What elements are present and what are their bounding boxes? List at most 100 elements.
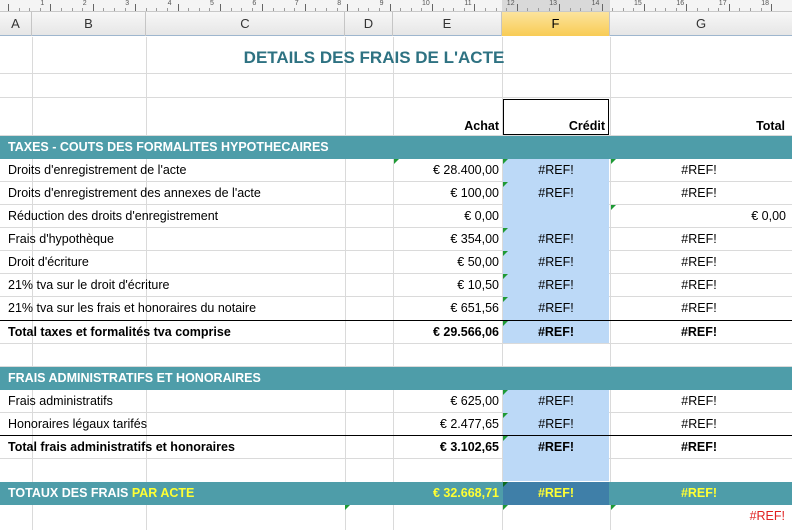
achat-value[interactable]: € 354,00 — [393, 228, 499, 251]
credit-value[interactable]: #REF! — [503, 390, 609, 413]
ruler-tick — [728, 4, 730, 11]
ruler-number: 16 — [676, 0, 685, 7]
ruler-number: 11 — [464, 0, 472, 7]
total-label: Total taxes et formalités tva comprise — [8, 325, 231, 339]
credit-value[interactable]: #REF! — [503, 297, 609, 320]
header-credit: Crédit — [568, 119, 605, 133]
column-header-f[interactable]: F — [502, 12, 610, 36]
ruler-number: 7 — [294, 0, 299, 7]
ruler-tick — [135, 4, 137, 11]
cell-marker-icon — [503, 505, 508, 510]
ruler-tick — [347, 4, 349, 11]
ruler-number: 15 — [634, 0, 642, 7]
credit-value[interactable]: #REF! — [503, 182, 609, 205]
column-header-e[interactable]: E — [393, 12, 502, 36]
total-value[interactable]: #REF! — [610, 413, 788, 436]
column-header-a[interactable]: A — [0, 12, 32, 36]
achat-value[interactable]: € 625,00 — [393, 390, 499, 413]
row-label: Frais administratifs — [8, 394, 113, 408]
total-value[interactable]: #REF! — [610, 297, 788, 320]
total-value[interactable]: #REF! — [610, 274, 788, 297]
ruler-number: 10 — [422, 0, 430, 7]
total-value[interactable]: #REF! — [610, 182, 788, 205]
total-achat-value[interactable]: € 29.566,06 — [393, 321, 499, 344]
row-label: Frais d'hypothèque — [8, 232, 114, 246]
cell-marker-icon — [503, 436, 508, 441]
total-credit-value[interactable]: #REF! — [503, 321, 609, 344]
credit-value[interactable]: #REF! — [503, 159, 609, 182]
achat-value[interactable]: € 0,00 — [393, 205, 499, 228]
ruler-number: 12 — [506, 0, 515, 7]
ruler-tick — [92, 4, 94, 11]
cell-marker-icon — [503, 274, 508, 279]
ruler-tick — [644, 4, 645, 11]
achat-value[interactable]: € 50,00 — [393, 251, 499, 274]
grand-total-label: TOTAUX DES FRAIS PAR ACTE — [8, 482, 194, 505]
ruler-tick — [432, 4, 433, 11]
ruler-number: 18 — [761, 0, 769, 7]
achat-value[interactable]: € 651,56 — [393, 297, 499, 320]
ruler-tick — [771, 4, 773, 11]
row-label: 21% tva sur le droit d'écriture — [8, 278, 170, 292]
cell-marker-icon — [611, 505, 616, 510]
ruler-number: 4 — [167, 0, 172, 7]
ruler-number: 13 — [549, 0, 557, 7]
grand-total-total-value[interactable]: #REF! — [610, 482, 788, 505]
credit-value[interactable]: #REF! — [503, 274, 609, 297]
cell-marker-icon — [611, 205, 616, 210]
spreadsheet-grid[interactable]: DETAILS DES FRAIS DE L'ACTE Achat Crédit… — [0, 37, 792, 530]
ruler: 1 2 3 4 5 6 7 8 9 10 11 12 13 14 15 16 17 18 — [0, 0, 792, 12]
footer-ref-error[interactable]: #REF! — [610, 505, 785, 528]
cell-marker-icon — [503, 413, 508, 418]
column-header-g[interactable]: G — [610, 12, 792, 36]
ruler-number: 14 — [591, 0, 600, 7]
ruler-tick — [50, 4, 52, 11]
credit-value[interactable]: #REF! — [503, 413, 609, 436]
cell-marker-icon — [394, 159, 399, 164]
ruler-tick — [601, 4, 603, 11]
row-label: Droits d'enregistrement des annexes de l… — [8, 186, 261, 200]
grand-total-label-main: TOTAUX DES FRAIS — [8, 486, 132, 500]
grand-total-achat-value[interactable]: € 32.668,71 — [393, 482, 499, 505]
total-value[interactable]: #REF! — [610, 390, 788, 413]
total-value[interactable]: € 0,00 — [610, 205, 786, 228]
total-achat-value[interactable]: € 3.102,65 — [393, 436, 499, 459]
achat-value[interactable]: € 28.400,00 — [393, 159, 499, 182]
ruler-tick — [474, 4, 476, 11]
ruler-tick — [8, 4, 9, 11]
row-label: 21% tva sur les frais et honoraires du n… — [8, 301, 257, 315]
grand-total-credit-value[interactable]: #REF! — [503, 482, 609, 505]
total-total-value[interactable]: #REF! — [610, 436, 788, 459]
credit-value[interactable]: #REF! — [503, 251, 609, 274]
ruler-number: 8 — [337, 0, 342, 7]
total-label: Total frais administratifs et honoraires — [8, 440, 235, 454]
cell-marker-icon — [503, 251, 508, 256]
total-value[interactable]: #REF! — [610, 251, 788, 274]
column-headers: A B C D E F G — [0, 12, 792, 36]
achat-value[interactable]: € 10,50 — [393, 274, 499, 297]
credit-value[interactable] — [503, 205, 609, 228]
ruler-tick — [220, 4, 221, 11]
cell-marker-icon — [503, 297, 508, 302]
total-credit-value[interactable]: #REF! — [503, 436, 609, 459]
ruler-tick — [389, 4, 391, 11]
ruler-tick — [177, 4, 179, 11]
ruler-tick — [686, 4, 688, 11]
column-header-c[interactable]: C — [146, 12, 345, 36]
cell-marker-icon — [503, 482, 508, 487]
column-header-d[interactable]: D — [345, 12, 393, 36]
cell-marker-icon — [503, 321, 508, 326]
ruler-number: 9 — [379, 0, 384, 7]
ruler-tick — [304, 4, 306, 11]
ruler-tick — [559, 4, 561, 11]
ruler-number: 17 — [718, 0, 727, 7]
cell-marker-icon — [503, 390, 508, 395]
total-value[interactable]: #REF! — [610, 228, 788, 251]
header-achat: Achat — [464, 119, 499, 133]
total-value[interactable]: #REF! — [610, 159, 788, 182]
column-header-b[interactable]: B — [32, 12, 146, 36]
achat-value[interactable]: € 100,00 — [393, 182, 499, 205]
total-total-value[interactable]: #REF! — [610, 321, 788, 344]
credit-value[interactable]: #REF! — [503, 228, 609, 251]
achat-value[interactable]: € 2.477,65 — [393, 413, 499, 436]
